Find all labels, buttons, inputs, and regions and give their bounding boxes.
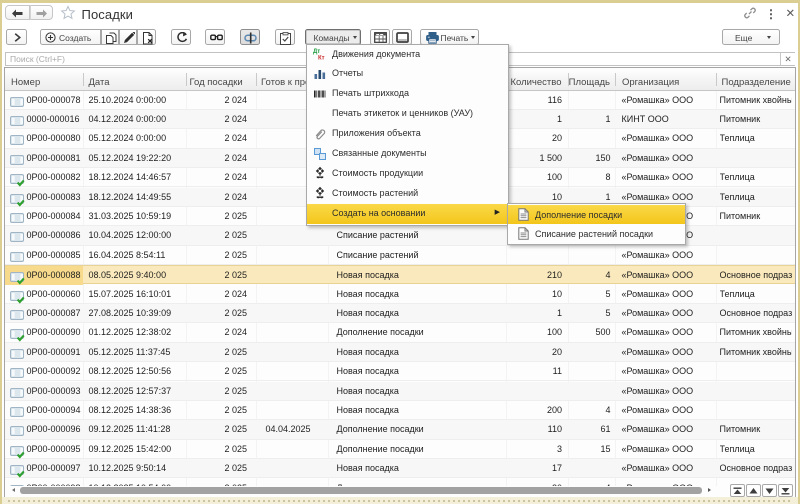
svg-text:Дт: Дт [313, 49, 320, 55]
svg-text:Кт: Кт [318, 56, 325, 62]
